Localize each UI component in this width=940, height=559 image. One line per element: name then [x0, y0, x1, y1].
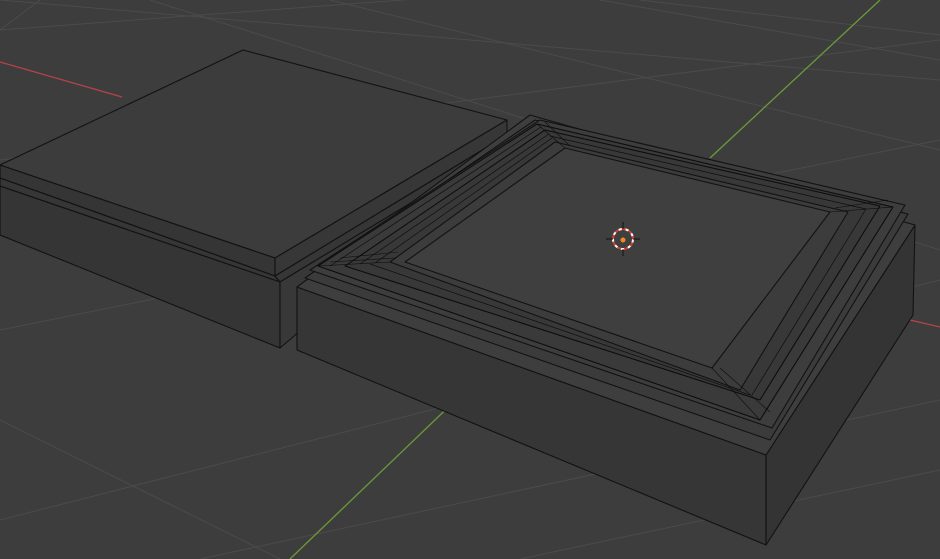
- viewport-canvas[interactable]: [0, 0, 940, 559]
- 3d-viewport[interactable]: [0, 0, 940, 559]
